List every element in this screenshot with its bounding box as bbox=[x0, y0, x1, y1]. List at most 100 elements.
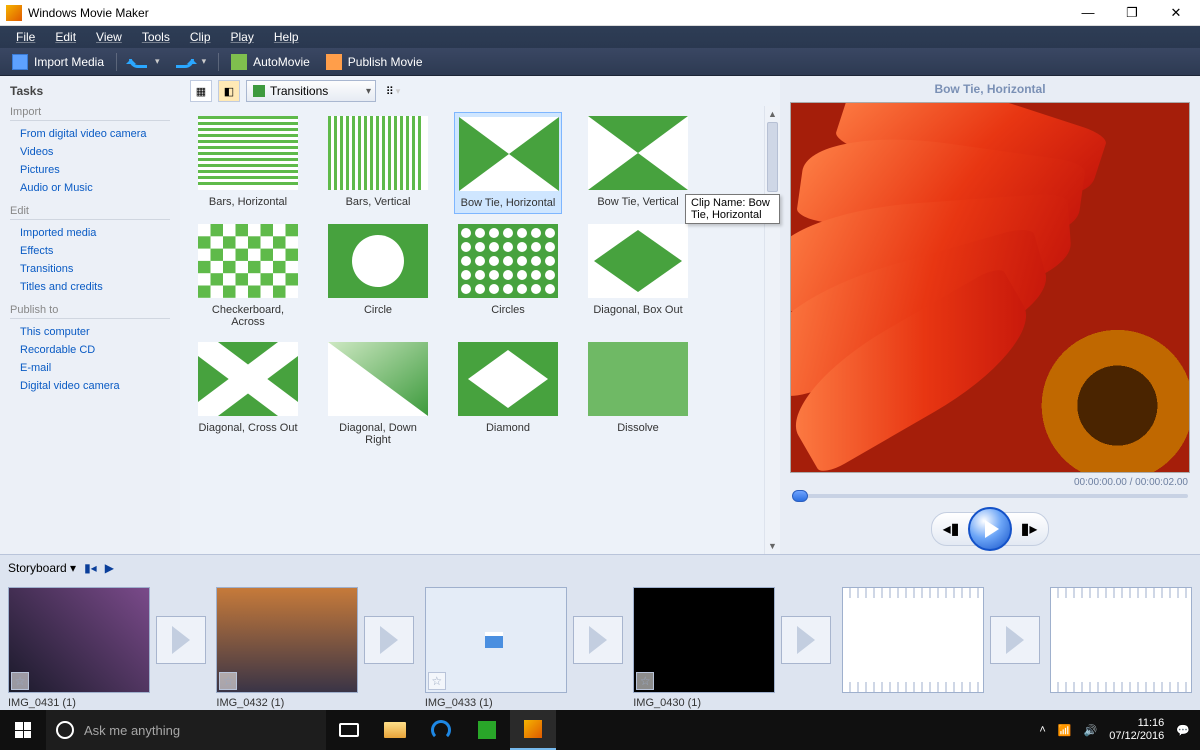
windows-taskbar: Ask me anything ˄ 📶 🔊 11:16 07/12/2016 💬 bbox=[0, 710, 1200, 750]
tray-chevron-icon[interactable]: ˄ bbox=[1039, 724, 1045, 736]
view-options-button[interactable]: ⠿▾ bbox=[382, 80, 404, 102]
task-titles[interactable]: Titles and credits bbox=[10, 278, 170, 296]
transition-item[interactable]: Bars, Horizontal bbox=[194, 112, 302, 214]
taskbar-app-edge[interactable] bbox=[418, 710, 464, 750]
storyboard-clip[interactable]: ☆IMG_0430 (1) bbox=[633, 587, 775, 709]
transition-item[interactable]: Checkerboard, Across bbox=[194, 220, 302, 332]
collection-combo[interactable]: Transitions bbox=[246, 80, 376, 102]
publish-movie-button[interactable]: Publish Movie bbox=[320, 52, 429, 72]
transition-item[interactable]: Circles bbox=[454, 220, 562, 332]
storyboard-play-button[interactable]: ▶ bbox=[105, 561, 114, 575]
scroll-up-arrow[interactable]: ▲ bbox=[765, 106, 780, 122]
prev-frame-button[interactable]: ◂▮ bbox=[938, 516, 964, 542]
storyboard-clip[interactable]: ☆IMG_0431 (1) bbox=[8, 587, 150, 709]
seek-knob[interactable] bbox=[792, 490, 808, 502]
storyboard-transition-slot[interactable] bbox=[573, 587, 627, 693]
storyboard-transition-slot[interactable] bbox=[781, 587, 835, 693]
close-button[interactable]: ✕ bbox=[1154, 0, 1198, 26]
task-email[interactable]: E-mail bbox=[10, 359, 170, 377]
menu-view[interactable]: View bbox=[86, 28, 132, 46]
preview-pane: Bow Tie, Horizontal 00:00:00.00 / 00:00:… bbox=[780, 76, 1200, 554]
clip-star-icon[interactable]: ☆ bbox=[219, 672, 237, 690]
empty-film-frame bbox=[842, 587, 984, 693]
transition-item[interactable]: Diagonal, Box Out bbox=[584, 220, 692, 332]
automovie-button[interactable]: AutoMovie bbox=[225, 52, 316, 72]
storyboard-transition-slot[interactable] bbox=[156, 587, 210, 693]
transition-item[interactable]: Diagonal, Cross Out bbox=[194, 338, 302, 450]
transition-item[interactable]: Bars, Vertical bbox=[324, 112, 432, 214]
clip-star-icon[interactable]: ☆ bbox=[636, 672, 654, 690]
task-transitions[interactable]: Transitions bbox=[10, 260, 170, 278]
menu-play[interactable]: Play bbox=[221, 28, 264, 46]
task-effects[interactable]: Effects bbox=[10, 242, 170, 260]
storyboard-rewind-button[interactable]: ▮◂ bbox=[84, 561, 97, 575]
task-view-button[interactable] bbox=[326, 710, 372, 750]
task-from-camera[interactable]: From digital video camera bbox=[10, 125, 170, 143]
play-button[interactable] bbox=[968, 507, 1012, 551]
maximize-button[interactable]: ❐ bbox=[1110, 0, 1154, 26]
clip-star-icon[interactable]: ☆ bbox=[428, 672, 446, 690]
storyboard-empty-slot[interactable] bbox=[842, 587, 984, 693]
storyboard-transition-slot[interactable] bbox=[990, 587, 1044, 693]
automovie-icon bbox=[231, 54, 247, 70]
task-audio[interactable]: Audio or Music bbox=[10, 179, 170, 197]
transition-item[interactable]: Circle bbox=[324, 220, 432, 332]
taskbar-app-explorer[interactable] bbox=[372, 710, 418, 750]
tray-notifications-icon[interactable]: 💬 bbox=[1176, 724, 1190, 737]
menu-help[interactable]: Help bbox=[264, 28, 309, 46]
transition-item[interactable]: Diagonal, Down Right bbox=[324, 338, 432, 450]
import-media-button[interactable]: Import Media bbox=[6, 52, 110, 72]
start-button[interactable] bbox=[0, 710, 46, 750]
storyboard-clip[interactable]: ☆IMG_0432 (1) bbox=[216, 587, 358, 709]
taskbar-app-store[interactable] bbox=[464, 710, 510, 750]
tray-network-icon[interactable]: 📶 bbox=[1058, 724, 1072, 737]
tray-clock[interactable]: 11:16 07/12/2016 bbox=[1109, 717, 1164, 743]
taskbar-app-moviemaker[interactable] bbox=[510, 710, 556, 750]
arrow-icon bbox=[589, 626, 607, 654]
vertical-scrollbar[interactable]: ▲ ▼ bbox=[764, 106, 780, 554]
transition-slot-frame bbox=[364, 616, 414, 664]
transition-item[interactable]: Diamond bbox=[454, 338, 562, 450]
view-thumbnails-button[interactable]: ◧ bbox=[218, 80, 240, 102]
clip-star-icon[interactable]: ☆ bbox=[11, 672, 29, 690]
clip-thumbnail: ☆ bbox=[633, 587, 775, 693]
cortana-search[interactable]: Ask me anything bbox=[46, 710, 326, 750]
transitions-grid: Bars, HorizontalBars, VerticalBow Tie, H… bbox=[180, 106, 780, 554]
task-this-computer[interactable]: This computer bbox=[10, 323, 170, 341]
transition-item[interactable]: Dissolve bbox=[584, 338, 692, 450]
menu-clip[interactable]: Clip bbox=[180, 28, 221, 46]
minimize-button[interactable]: — bbox=[1066, 0, 1110, 26]
transition-item[interactable]: Bow Tie, Horizontal bbox=[454, 112, 562, 214]
storyboard-empty-slot[interactable] bbox=[1050, 587, 1192, 693]
scroll-track[interactable] bbox=[765, 122, 780, 538]
storyboard-bar: Storyboard ▾ ▮◂ ▶ bbox=[0, 555, 1200, 581]
redo-button[interactable]: ▾ bbox=[170, 53, 213, 70]
publish-label: Publish Movie bbox=[348, 55, 423, 69]
seek-slider[interactable] bbox=[792, 494, 1188, 502]
view-details-button[interactable]: ▦ bbox=[190, 80, 212, 102]
search-placeholder: Ask me anything bbox=[84, 723, 180, 738]
scroll-thumb[interactable] bbox=[767, 122, 778, 192]
menu-tools[interactable]: Tools bbox=[132, 28, 180, 46]
menu-edit[interactable]: Edit bbox=[45, 28, 86, 46]
next-frame-button[interactable]: ▮▸ bbox=[1016, 516, 1042, 542]
transition-thumb bbox=[458, 224, 558, 298]
task-imported-media[interactable]: Imported media bbox=[10, 224, 170, 242]
storyboard-strip[interactable]: ☆IMG_0431 (1)☆IMG_0432 (1)☆IMG_0433 (1)☆… bbox=[0, 581, 1200, 723]
collection-pane: ▦ ◧ Transitions ⠿▾ Bars, HorizontalBars,… bbox=[180, 76, 780, 554]
task-dv-camera[interactable]: Digital video camera bbox=[10, 377, 170, 395]
storyboard-label[interactable]: Storyboard ▾ bbox=[8, 561, 76, 575]
task-videos[interactable]: Videos bbox=[10, 143, 170, 161]
tray-volume-icon[interactable]: 🔊 bbox=[1084, 724, 1098, 737]
transition-item[interactable]: Bow Tie, Vertical bbox=[584, 112, 692, 214]
menu-file[interactable]: File bbox=[6, 28, 45, 46]
task-recordable-cd[interactable]: Recordable CD bbox=[10, 341, 170, 359]
task-pictures[interactable]: Pictures bbox=[10, 161, 170, 179]
storyboard-transition-slot[interactable] bbox=[364, 587, 418, 693]
undo-button[interactable]: ▾ bbox=[123, 53, 166, 70]
title-bar: Windows Movie Maker — ❐ ✕ bbox=[0, 0, 1200, 26]
tray-date: 07/12/2016 bbox=[1109, 730, 1164, 743]
scroll-down-arrow[interactable]: ▼ bbox=[765, 538, 780, 554]
storyboard-clip[interactable]: ☆ IMG_0433 (1) bbox=[425, 587, 567, 709]
clip-name: IMG_0433 (1) bbox=[425, 697, 567, 709]
